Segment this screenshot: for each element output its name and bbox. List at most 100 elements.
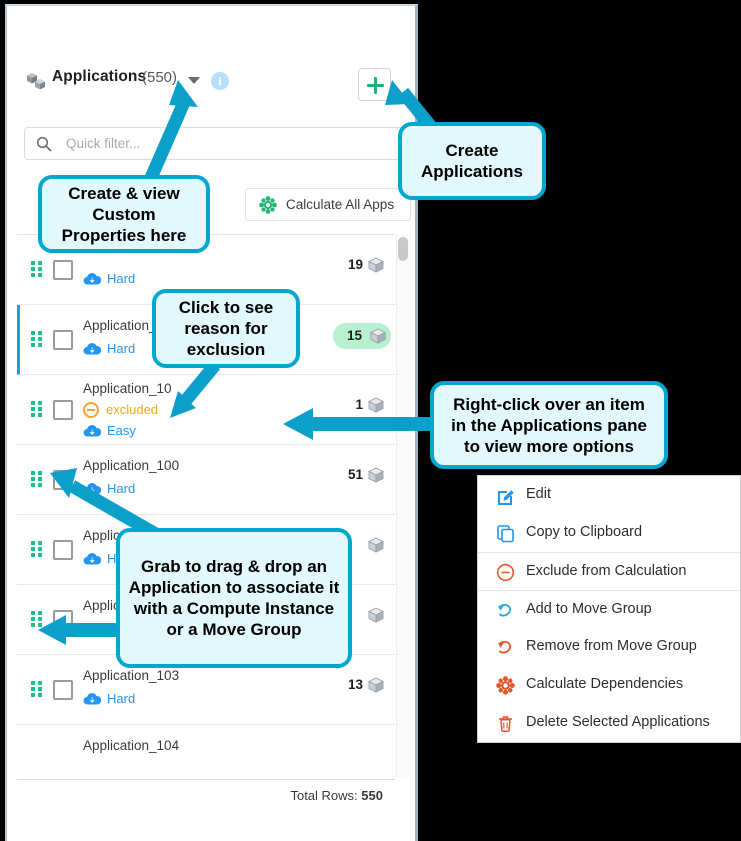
callout-create-applications: Create Applications [398, 122, 546, 200]
list-scrollbar-thumb[interactable] [398, 237, 408, 261]
chevron-down-icon[interactable] [188, 77, 200, 84]
difficulty-label: Hard [107, 691, 136, 706]
cloud-icon [83, 342, 102, 356]
total-rows-label: Total Rows: [290, 788, 358, 803]
menu-item-label: Delete Selected Applications [526, 714, 710, 730]
arrow-curve-add-icon [496, 601, 515, 620]
menu-item-remove-from-move-group[interactable]: Remove from Move Group [478, 628, 740, 666]
cloud-icon [83, 424, 102, 438]
list-scrollbar-track[interactable] [396, 235, 410, 778]
page-title: Applications [52, 68, 147, 85]
context-menu[interactable]: Edit Copy to Clipboard Exclude from Calc… [477, 475, 741, 743]
row-checkbox[interactable] [53, 400, 73, 420]
drag-handle-icon[interactable] [31, 541, 44, 559]
info-icon[interactable]: i [211, 72, 229, 90]
menu-item-label: Exclude from Calculation [526, 563, 687, 579]
list-footer: Total Rows: 550 [17, 779, 395, 813]
row-checkbox[interactable] [53, 540, 73, 560]
arrow-curve-remove-icon [496, 638, 515, 657]
box-icon [367, 466, 385, 484]
dependency-count: 19 [347, 257, 363, 272]
box-icon [367, 536, 385, 554]
box-icon [367, 676, 385, 694]
trash-icon [496, 714, 515, 733]
table-row[interactable]: Application_100 Hard 51 [17, 445, 395, 515]
applications-panel: Applications (550) i Quick filter... Cal… [5, 4, 418, 841]
drag-handle-icon[interactable] [31, 611, 44, 629]
search-icon [36, 136, 52, 152]
drag-handle-icon[interactable] [31, 401, 44, 419]
row-checkbox[interactable] [53, 260, 73, 280]
menu-item-label: Edit [526, 486, 551, 502]
cloud-icon [83, 622, 102, 636]
dependency-count: 51 [347, 467, 363, 482]
callout-right-click-options: Right-click over an item in the Applicat… [430, 381, 668, 469]
minus-circle-icon [83, 402, 99, 418]
callout-text: Click to see reason for exclusion [178, 298, 274, 359]
total-rows-value: 550 [361, 788, 383, 803]
cloud-icon [83, 482, 102, 496]
screenshot-root: Applications (550) i Quick filter... Cal… [0, 0, 741, 841]
application-name: Application_10 [83, 381, 172, 396]
menu-item-exclude-from-calculation[interactable]: Exclude from Calculation [478, 552, 740, 590]
dependency-count: 1 [355, 397, 363, 412]
callout-text: Grab to drag & drop an Application to as… [128, 557, 340, 639]
calculate-all-apps-button[interactable]: Calculate All Apps [245, 188, 411, 221]
menu-item-label: Remove from Move Group [526, 638, 697, 654]
create-applications-button[interactable] [358, 68, 391, 101]
difficulty-label: Easy [107, 423, 136, 438]
drag-handle-icon[interactable] [31, 331, 44, 349]
menu-item-edit[interactable]: Edit [478, 476, 740, 514]
cubes-icon [25, 70, 47, 92]
application-name: Application_104 [83, 738, 180, 753]
row-checkbox[interactable] [53, 680, 73, 700]
box-icon [367, 396, 385, 414]
drag-handle-icon[interactable] [31, 261, 44, 279]
callout-custom-properties: Create & view Custom Properties here [38, 175, 210, 253]
menu-item-calculate-dependencies[interactable]: Calculate Dependencies [478, 666, 740, 704]
total-rows: Total Rows: 550 [290, 788, 383, 803]
callout-text: Create & view Custom Properties here [61, 183, 187, 245]
drag-handle-icon[interactable] [31, 681, 44, 699]
copy-icon [496, 524, 515, 543]
dependency-count: 15 [347, 328, 363, 343]
box-icon [367, 606, 385, 624]
menu-item-label: Calculate Dependencies [526, 676, 684, 692]
callout-drag-drop: Grab to drag & drop an Application to as… [116, 528, 352, 668]
applications-panel-header: Applications (550) i [7, 64, 415, 106]
row-checkbox[interactable] [53, 330, 73, 350]
cloud-icon [83, 272, 102, 286]
box-icon [369, 327, 387, 345]
cloud-icon [83, 552, 102, 566]
quick-filter-placeholder: Quick filter... [66, 136, 141, 151]
menu-item-copy-to-clipboard[interactable]: Copy to Clipboard [478, 514, 740, 552]
dependency-count: 13 [347, 677, 363, 692]
excluded-label: excluded [106, 402, 159, 417]
callout-text: Create Applications [420, 141, 523, 181]
application-name: Application_103 [83, 668, 180, 683]
row-checkbox[interactable] [53, 470, 73, 490]
menu-item-delete-selected-applications[interactable]: Delete Selected Applications [478, 704, 740, 742]
minus-circle-icon [496, 563, 515, 582]
table-row[interactable]: Application_10 excluded Easy 1 [17, 375, 395, 445]
menu-item-label: Add to Move Group [526, 601, 652, 617]
difficulty-label: Hard [107, 341, 136, 356]
calculate-all-apps-label: Calculate All Apps [286, 197, 395, 212]
application-name: Application_100 [83, 458, 180, 473]
table-row[interactable]: Application_104 [17, 725, 395, 779]
callout-exclusion-reason: Click to see reason for exclusion [152, 289, 300, 368]
row-checkbox[interactable] [53, 610, 73, 630]
gear-icon [259, 196, 277, 214]
quick-filter-input[interactable]: Quick filter... [24, 127, 404, 160]
edit-pencil-icon [496, 486, 515, 505]
menu-item-add-to-move-group[interactable]: Add to Move Group [478, 590, 740, 628]
cloud-icon [83, 692, 102, 706]
difficulty-label: Hard [107, 481, 136, 496]
box-icon [367, 256, 385, 274]
dependency-count-badge: 15 [333, 323, 391, 349]
gear-icon [496, 676, 515, 695]
callout-text: Right-click over an item in the Applicat… [451, 394, 647, 456]
applications-count: (550) [142, 69, 178, 86]
difficulty-label: Hard [107, 271, 136, 286]
drag-handle-icon[interactable] [31, 471, 44, 489]
